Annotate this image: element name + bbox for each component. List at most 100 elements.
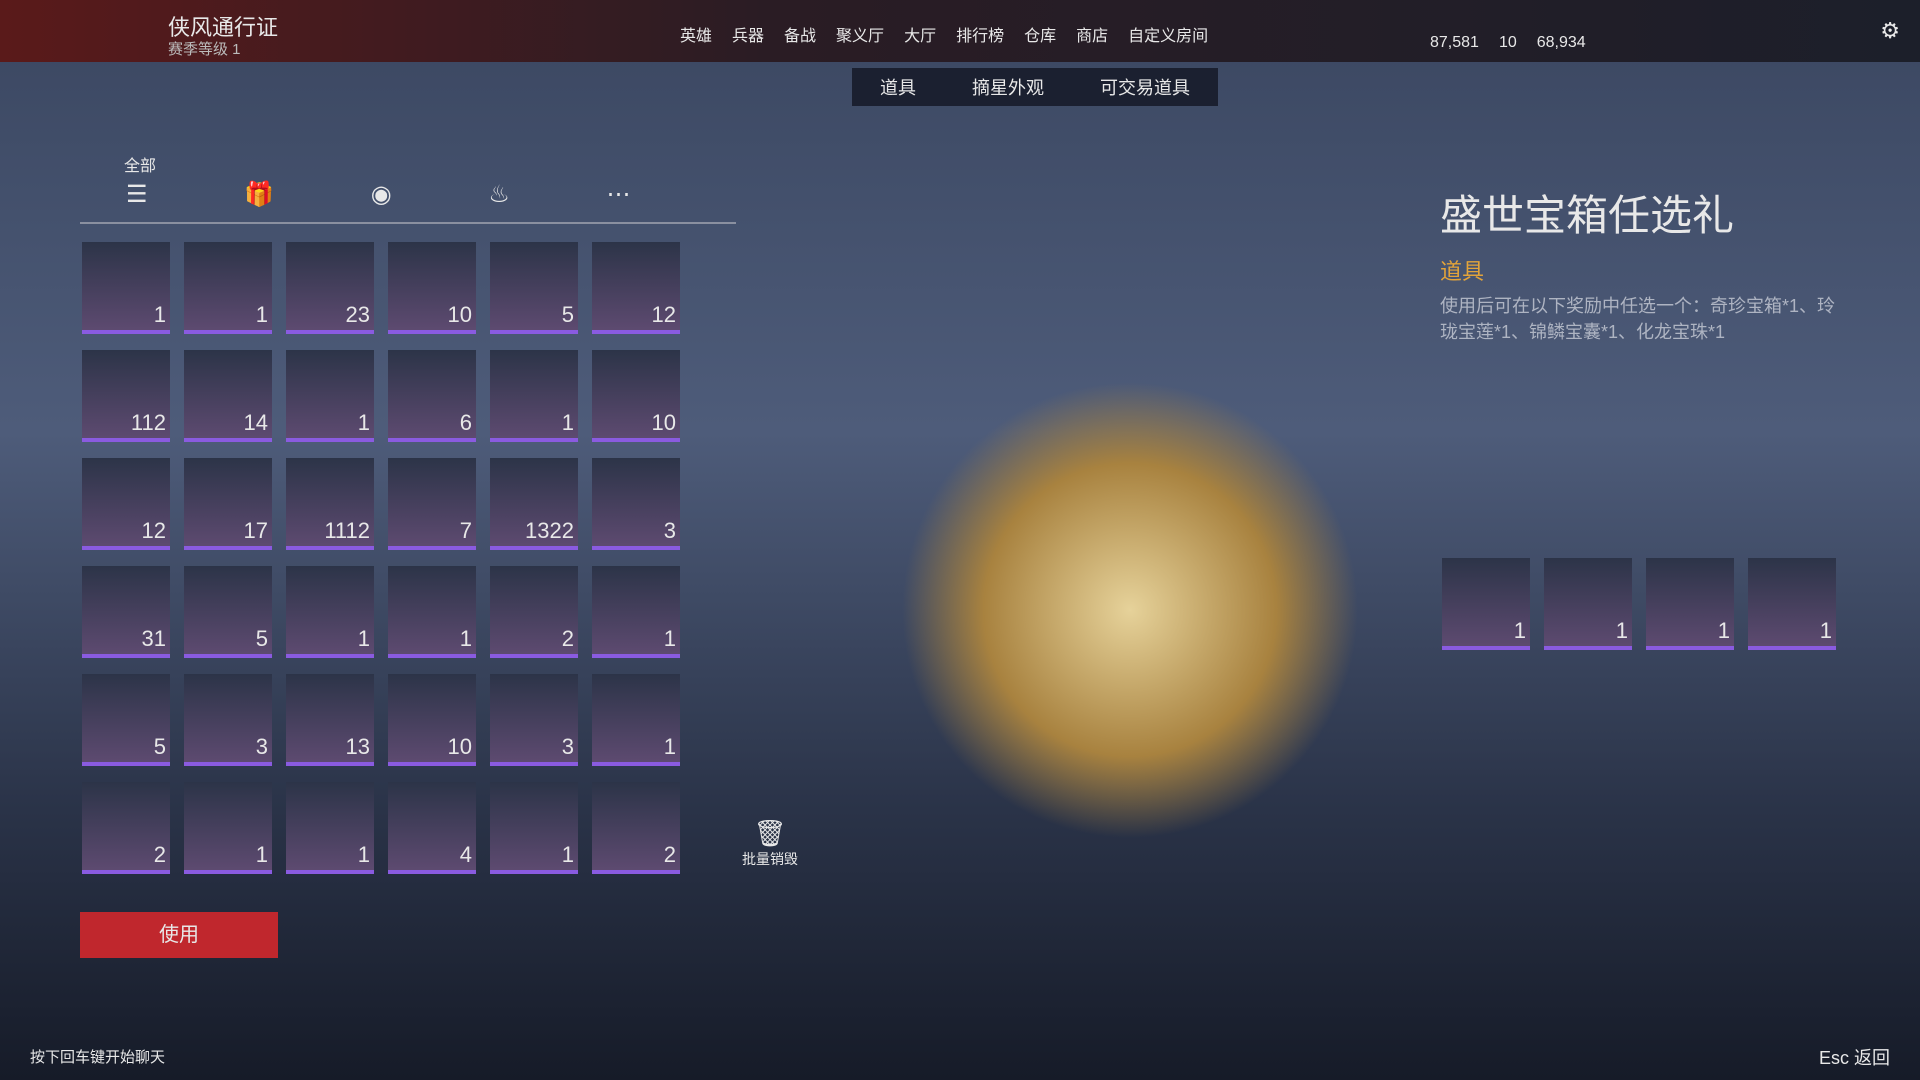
item-count: 1 [561,410,574,435]
item-count: 4 [459,842,472,867]
settings-icon[interactable]: ⚙ [1880,18,1900,44]
sub-tabs: 道具 摘星外观 可交易道具 [852,68,1218,106]
nav-item[interactable]: 英雄 [680,22,712,46]
item-count: 1 [153,302,166,327]
nav-item[interactable]: 排行榜 [956,22,1004,46]
item-description: 使用后可在以下奖励中任选一个：奇珍宝箱*1、玲珑宝莲*1、锦鳞宝囊*1、化龙宝珠… [1440,296,1836,342]
item-slot[interactable]: 4 [388,782,476,874]
item-slot[interactable]: 5 [184,566,272,658]
item-count: 13 [345,734,370,759]
item-slot[interactable]: 1 [184,782,272,874]
item-count: 10 [651,410,676,435]
top-bar: 侠风通行证 赛季等级 1 英雄 兵器 备战 聚义厅 大厅 排行榜 仓库 商店 自定义房间 87,581… [0,0,1920,62]
reward-slot[interactable]: 1 [1646,558,1734,650]
item-count: 1 [357,842,370,867]
nav-item[interactable]: 兵器 [732,22,764,46]
nav-item[interactable]: 大厅 [904,22,936,46]
item-count: 14 [243,410,268,435]
reward-slot[interactable]: 1 [1748,558,1836,650]
batch-destroy-button[interactable]: 🗑 批量销毁 [742,818,798,869]
back-button[interactable]: Esc 返回 [1819,1044,1890,1070]
item-count: 1 [255,302,268,327]
item-count: 1 [459,626,472,651]
item-slot[interactable]: 17 [184,458,272,550]
item-slot[interactable]: 31 [82,566,170,658]
item-slot[interactable]: 1 [286,350,374,442]
item-count: 2 [153,842,166,867]
item-slot[interactable]: 14 [184,350,272,442]
item-count: 1322 [525,518,574,543]
reward-count: 1 [1615,618,1628,643]
nav-item[interactable]: 商店 [1076,22,1108,46]
item-count: 10 [447,734,472,759]
item-slot[interactable]: 3 [490,674,578,766]
nav-item[interactable]: 仓库 [1024,22,1056,46]
pass-level: 赛季等级 1 [168,41,241,58]
reward-slot[interactable]: 1 [1442,558,1530,650]
item-count: 6 [459,410,472,435]
item-slot[interactable]: 3 [184,674,272,766]
nav-item[interactable]: 备战 [784,22,816,46]
item-slot[interactable]: 1 [490,350,578,442]
item-count: 1112 [324,518,370,543]
item-count: 1 [663,626,676,651]
item-slot[interactable]: 10 [388,674,476,766]
currency-value[interactable]: 68,934 [1537,34,1586,52]
item-slot[interactable]: 1 [82,242,170,334]
item-slot[interactable]: 2 [82,782,170,874]
item-slot[interactable]: 2 [490,566,578,658]
sub-tab[interactable]: 道具 [862,68,934,106]
item-count: 23 [345,302,370,327]
item-slot[interactable]: 13 [286,674,374,766]
item-slot[interactable]: 10 [592,350,680,442]
item-slot[interactable]: 3 [592,458,680,550]
currency-bar: 87,581 10 68,934 [1420,34,1596,52]
item-slot[interactable]: 1 [490,782,578,874]
main-nav: 英雄 兵器 备战 聚义厅 大厅 排行榜 仓库 商店 自定义房间 [670,22,1218,46]
reward-count: 1 [1717,618,1730,643]
item-slot[interactable]: 12 [592,242,680,334]
category-all[interactable]: 全部 [124,152,156,176]
reward-count: 1 [1819,618,1832,643]
item-slot[interactable]: 1112 [286,458,374,550]
sub-tab[interactable]: 摘星外观 [954,68,1062,106]
item-count: 5 [153,734,166,759]
use-button[interactable]: 使用 [80,912,278,958]
item-slot[interactable]: 6 [388,350,476,442]
currency-value[interactable]: 10 [1499,34,1517,52]
sub-tab[interactable]: 可交易道具 [1082,68,1208,106]
item-slot[interactable]: 1 [286,782,374,874]
trash-icon: 🗑 [753,818,787,848]
item-count: 5 [255,626,268,651]
item-count: 1 [663,734,676,759]
item-slot[interactable]: 112 [82,350,170,442]
item-name: 盛世宝箱任选礼 [1440,192,1735,239]
item-slot[interactable]: 1 [388,566,476,658]
item-count: 12 [141,518,166,543]
currency-value[interactable]: 87,581 [1430,34,1479,52]
item-count: 17 [243,518,268,543]
item-slot[interactable]: 10 [388,242,476,334]
item-slot[interactable]: 12 [82,458,170,550]
category-tabs[interactable]: ☰ 🎁 ◉ ♨ ⋯ [80,180,736,224]
reward-list: 1 1 1 1 [1442,558,1862,666]
item-slot[interactable]: 1 [592,566,680,658]
item-type: 道具 [1440,259,1485,284]
item-slot[interactable]: 1 [184,242,272,334]
nav-item[interactable]: 自定义房间 [1128,22,1208,46]
item-count: 3 [255,734,268,759]
item-slot[interactable]: 5 [82,674,170,766]
nav-item[interactable]: 聚义厅 [836,22,884,46]
item-slot[interactable]: 2 [592,782,680,874]
item-slot[interactable]: 1 [286,566,374,658]
item-count: 10 [447,302,472,327]
item-count: 1 [357,626,370,651]
item-slot[interactable]: 1322 [490,458,578,550]
item-count: 1 [561,842,574,867]
item-count: 31 [141,626,166,651]
item-slot[interactable]: 23 [286,242,374,334]
item-slot[interactable]: 1 [592,674,680,766]
reward-slot[interactable]: 1 [1544,558,1632,650]
item-slot[interactable]: 5 [490,242,578,334]
item-slot[interactable]: 7 [388,458,476,550]
